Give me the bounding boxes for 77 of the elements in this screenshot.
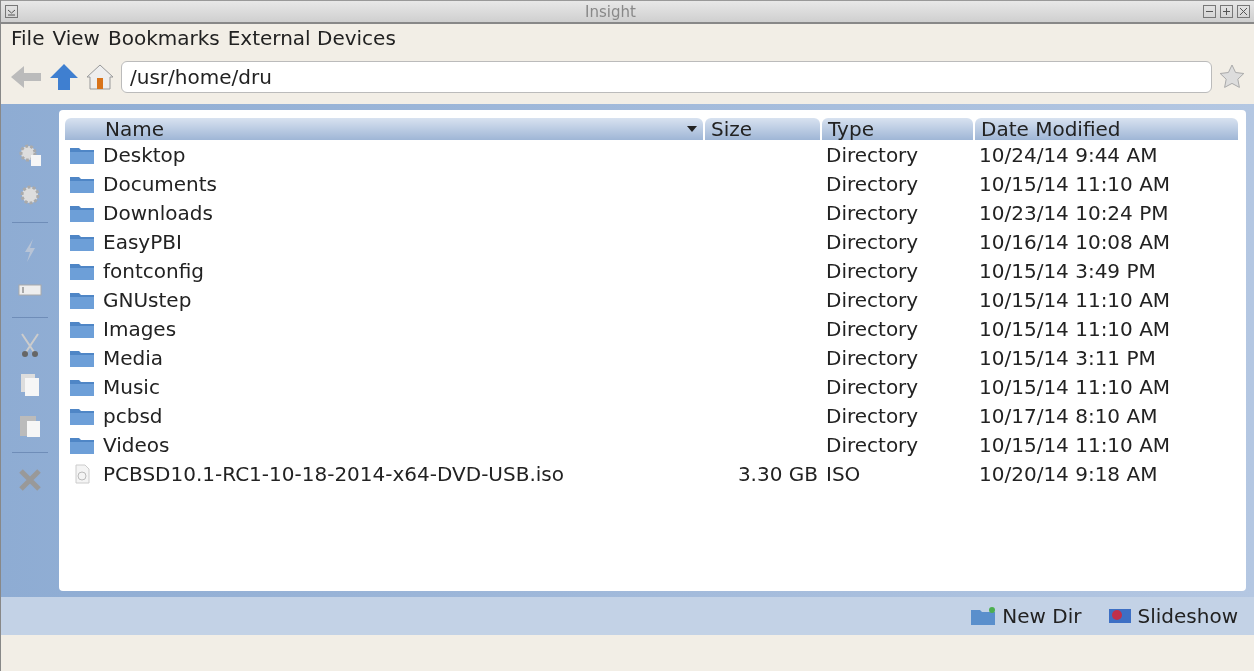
type-cell-text: Directory [825,373,920,401]
home-icon[interactable] [85,63,115,91]
date-cell-text: 10/15/14 3:49 PM [978,257,1157,285]
date-cell-text: 10/15/14 11:10 AM [978,431,1172,459]
type-cell-text: Directory [825,286,920,314]
star-icon[interactable] [1218,63,1246,91]
file-name: pcbsd [103,403,163,428]
file-name-cell[interactable]: PCBSD10.1-RC1-10-18-2014-x64-DVD-USB.iso [65,459,705,488]
date-cell-text: 10/23/14 10:24 PM [978,199,1170,227]
close-icon [1239,7,1248,16]
file-name-cell[interactable]: Videos [65,430,705,459]
type-cell-text: Directory [825,431,920,459]
type-cell-text: Directory [825,257,920,285]
type-cell-text: Directory [825,228,920,256]
menu-item[interactable]: File [11,26,45,50]
file-name-cell[interactable]: EasyPBI [65,227,705,256]
date-cell-text: 10/24/14 9:44 AM [978,141,1159,169]
type-cell-text: Directory [825,344,920,372]
file-name: PCBSD10.1-RC1-10-18-2014-x64-DVD-USB.iso [103,461,564,486]
caret-icon [7,7,16,16]
date-cell-text: 10/15/14 11:10 AM [978,170,1172,198]
type-cell-text: Directory [825,141,920,169]
type-cell-text: ISO [825,460,862,488]
file-name: Music [103,374,160,399]
maximize-button[interactable] [1220,5,1233,18]
type-cell-text: Directory [825,170,920,198]
window-title: Insight [584,2,637,21]
file-name-cell[interactable]: Media [65,343,705,372]
date-cell-text: 10/15/14 11:10 AM [978,373,1172,401]
date-cell-text: 10/20/14 9:18 AM [978,460,1159,488]
close-button[interactable] [1237,5,1250,18]
menu-item[interactable]: External Devices [227,26,396,50]
column-header[interactable]: Size [705,118,820,140]
date-cell-text: 10/15/14 3:11 PM [978,344,1157,372]
plus-icon [1222,7,1231,16]
file-name: GNUstep [103,287,192,312]
new-dir-button[interactable]: New Dir [970,604,1082,628]
file-name: fontconfig [103,258,204,283]
slideshow-button[interactable]: Slideshow [1107,604,1238,628]
size-cell-text: 3.30 GB [736,460,819,488]
date-cell-text: 10/17/14 8:10 AM [978,402,1159,430]
column-header[interactable]: Type [822,118,973,140]
file-name-cell[interactable]: Desktop [65,140,705,169]
file-name: Downloads [103,200,213,225]
type-cell-text: Directory [825,402,920,430]
file-name: EasyPBI [103,229,182,254]
file-name: Videos [103,432,170,457]
menu-item[interactable]: View [52,26,100,50]
back-arrow-icon[interactable] [9,64,43,90]
file-name: Desktop [103,142,186,167]
gear-icon[interactable] [17,142,43,168]
column-header[interactable]: Date Modified [975,118,1238,140]
minimize-button[interactable] [1203,5,1216,18]
column-header[interactable]: Name [65,118,703,140]
up-arrow-icon[interactable] [49,63,79,91]
file-name: Images [103,316,177,341]
file-name: Media [103,345,164,370]
file-name-cell[interactable]: Music [65,372,705,401]
type-cell-text: Directory [825,315,920,343]
file-name-cell[interactable]: pcbsd [65,401,705,430]
delete-icon[interactable] [17,467,43,493]
address-field[interactable]: /usr/home/dru [121,61,1212,93]
sort-caret-icon [687,126,697,132]
file-name-cell[interactable]: GNUstep [65,285,705,314]
file-name-cell[interactable]: Images [65,314,705,343]
type-cell-text: Directory [825,199,920,227]
new-folder-icon [970,606,997,626]
date-cell-text: 10/15/14 11:10 AM [978,286,1172,314]
date-cell-text: 10/15/14 11:10 AM [978,315,1172,343]
file-name-cell[interactable]: Downloads [65,198,705,227]
menu-item[interactable]: Bookmarks [107,26,220,50]
date-cell-text: 10/16/14 10:08 AM [978,228,1172,256]
file-name-cell[interactable]: Documents [65,169,705,198]
window-menu-button[interactable] [5,5,18,18]
file-name-cell[interactable]: fontconfig [65,256,705,285]
file-name: Documents [103,171,218,196]
picture-icon [1107,607,1132,625]
